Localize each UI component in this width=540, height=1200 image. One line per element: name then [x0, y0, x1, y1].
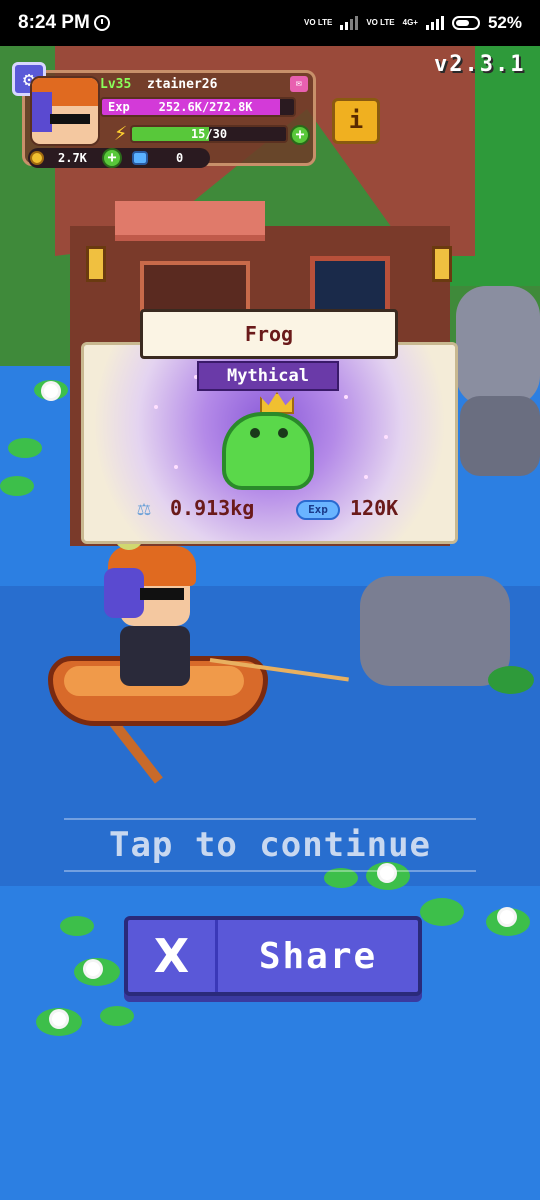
catch-exp-reward: 120K — [350, 496, 399, 520]
rarity-badge: Mythical — [197, 361, 339, 391]
lily-pad — [420, 898, 464, 926]
player-username: ztainer26 — [147, 77, 218, 92]
coin-count: 2.7K — [58, 151, 87, 165]
add-energy-button[interactable]: + — [290, 125, 310, 145]
add-coins-button[interactable]: + — [102, 148, 122, 168]
lily-pad — [0, 476, 34, 496]
alarm-icon — [93, 15, 110, 31]
catch-name: Frog — [140, 309, 398, 359]
tap-to-continue[interactable]: Tap to continue — [64, 818, 476, 872]
player-avatar[interactable] — [30, 76, 100, 146]
player-character-body — [120, 626, 190, 686]
lily-flower — [86, 962, 100, 976]
network-label-3: 4G+ — [402, 18, 418, 27]
lamp-icon — [432, 246, 452, 282]
rock — [360, 576, 510, 686]
status-bar: 8:24 PM VO LTE VO LTE 4G+ 52% — [0, 0, 540, 46]
game-version: v2.3.1 — [434, 52, 526, 77]
signal-icon-2 — [425, 16, 444, 30]
lily-pad — [8, 438, 42, 458]
share-label: Share — [258, 935, 378, 977]
rock — [460, 396, 540, 476]
house-awning — [115, 201, 265, 241]
rock — [456, 286, 540, 406]
catch-weight: 0.913kg — [170, 496, 255, 520]
mail-icon[interactable]: ✉ — [290, 76, 308, 92]
exp-text: Exp 252.6K/272.8K — [108, 100, 253, 114]
gem-count: 0 — [176, 151, 184, 165]
game-scene[interactable] — [0, 46, 540, 1200]
player-level: Lv35 — [100, 77, 132, 92]
coin-icon — [30, 151, 44, 165]
lily-pad — [60, 916, 94, 936]
status-time: 8:24 PM — [18, 12, 90, 33]
exp-label: Exp — [108, 100, 130, 114]
lily-flower — [52, 1012, 66, 1026]
exp-badge: Exp — [296, 500, 340, 520]
info-button[interactable]: i — [332, 98, 380, 144]
network-label-2: VO LTE — [366, 18, 395, 27]
frog-icon — [222, 412, 314, 490]
bush — [488, 666, 534, 694]
exp-bar: Exp 252.6K/272.8K — [100, 97, 296, 117]
gem-icon — [132, 151, 148, 165]
lamp-icon — [86, 246, 106, 282]
exp-value: 252.6K/272.8K — [158, 100, 253, 114]
network-label-1: VO LTE — [304, 18, 333, 27]
lily-flower — [44, 384, 58, 398]
x-logo-icon: X — [128, 920, 218, 992]
player-character-sunglasses — [140, 588, 184, 600]
energy-value: 15/30 — [190, 127, 228, 141]
signal-icon — [340, 16, 359, 30]
status-icons: VO LTE VO LTE 4G+ 52% — [304, 13, 522, 33]
battery-icon — [451, 16, 480, 30]
player-character-headphones — [104, 568, 144, 618]
scale-icon: ⚖ — [137, 496, 151, 521]
share-button[interactable]: X Share — [124, 916, 422, 996]
lily-flower — [500, 910, 514, 924]
battery-percent: 52% — [487, 13, 522, 32]
energy-bar: 15/30 — [130, 125, 288, 143]
lily-pad — [100, 1006, 134, 1026]
